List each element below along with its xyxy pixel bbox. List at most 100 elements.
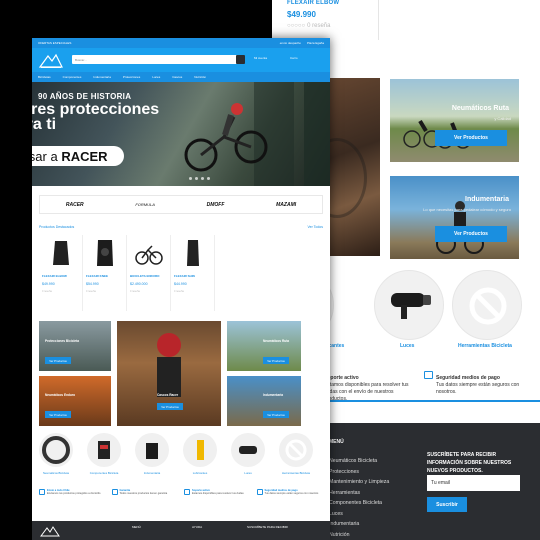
footer-heading: MENÚ — [132, 525, 141, 529]
category-tile-enduro-tires[interactable]: Neumáticos Enduro Ver Productos — [39, 376, 111, 426]
footer-heading: AYUDA — [192, 525, 203, 529]
view-products-button[interactable]: Ver Productos — [157, 403, 183, 410]
mountain-logo-icon[interactable] — [38, 50, 64, 70]
category-label[interactable]: Luces — [228, 471, 268, 475]
hero-banner[interactable]: 90 AÑOS DE HISTORIA ejores protecciones … — [32, 82, 330, 186]
category-circle-components[interactable] — [87, 433, 121, 467]
feature-text: Enviamos tus productos protegidos a domi… — [47, 492, 101, 496]
feature-payment: Seguridad medios de pago Tus datos siemp… — [436, 375, 524, 396]
view-products-button[interactable]: Ver Productos — [263, 411, 289, 418]
footer-menu-item[interactable]: Herramientas — [329, 488, 389, 499]
category-tile-road-tires[interactable]: Neumáticos Ruta y Calidad Ver Productos — [390, 79, 519, 162]
footer-menu-item[interactable]: Componentes Bicicleta — [329, 498, 389, 509]
footer-menu-item[interactable]: Neumáticos Bicicleta — [329, 456, 389, 467]
tile-subtitle: y Calidad — [494, 116, 511, 121]
category-tile-apparel[interactable]: Indumentaria Lo que necesitas para pedal… — [390, 176, 519, 259]
section-title: Productos Destacados — [39, 225, 75, 229]
view-products-button[interactable]: Ver Productos — [263, 357, 289, 364]
footer-menu-item[interactable]: Luces — [329, 509, 389, 520]
category-label[interactable]: Lubricantes — [180, 471, 220, 475]
category-label[interactable]: Neumáticos Bicicleta — [36, 471, 76, 475]
brand-logo[interactable]: FORMULA — [135, 202, 155, 207]
brand-logo[interactable]: DMOFF — [207, 202, 225, 208]
topbar-promo[interactable]: OFERTAS ESPECIALES — [38, 41, 71, 45]
product-name[interactable]: FLEXAIR SHIN — [174, 274, 214, 278]
product-card[interactable]: FLEXAIR ELBOW $49.990 0 reseña — [39, 235, 83, 311]
category-label[interactable]: Herramientas Bicicleta — [458, 343, 512, 349]
footer-menu-item[interactable]: Indumentaria — [329, 519, 389, 530]
category-circle-lights[interactable] — [231, 433, 265, 467]
bike-light-icon — [391, 293, 431, 319]
subscribe-button[interactable]: Suscribir — [427, 497, 467, 512]
view-products-button[interactable]: Ver Productos — [435, 226, 507, 242]
product-name[interactable]: FLEXAIR ELBOW — [42, 274, 82, 278]
category-label[interactable]: Herramientas Bicicleta — [276, 471, 316, 475]
footer-menu-item[interactable]: Protecciones — [329, 467, 389, 478]
tile-title: Cascos Racer — [157, 393, 179, 397]
brand-logo[interactable]: RACER — [66, 202, 84, 208]
view-products-button[interactable]: Ver Productos — [45, 411, 71, 418]
tile-title: Neumáticos Ruta — [451, 105, 509, 112]
product-rating: 0 reseña — [42, 290, 52, 293]
carousel-dots[interactable] — [189, 177, 210, 180]
lubricant-bottle-icon — [197, 440, 204, 460]
footer-menu-heading: MENÚ — [329, 439, 344, 445]
view-all-link[interactable]: Ver Todos — [307, 225, 323, 229]
product-name[interactable]: BICICLETA ENDURO — [130, 274, 170, 278]
account-link[interactable]: Mi cuenta — [254, 56, 267, 60]
star-icon: ○○○○○ — [287, 23, 306, 29]
category-circle-lights[interactable] — [374, 270, 444, 340]
feature-warranty: Garantía Todos nuestros productos tienen … — [111, 489, 179, 509]
product-row: FLEXAIR ELBOW $49.990 0 reseña FLEXAIR K… — [39, 235, 301, 311]
topbar-location[interactable]: Plaza Egaña — [307, 41, 324, 45]
cart-link[interactable]: Carro — [290, 56, 298, 60]
category-label[interactable]: Componentes Bicicleta — [84, 471, 124, 475]
footer-heading: SUSCRÍBETE PARA RECIBIR — [247, 525, 288, 529]
feature-text: Tus datos siempre están seguros con noso… — [436, 382, 520, 395]
search-icon[interactable] — [236, 55, 245, 64]
front-page: OFERTAS ESPECIALES envío despacho Plaza … — [32, 38, 330, 540]
category-label[interactable]: Indumentaria — [132, 471, 172, 475]
category-circle-tools[interactable] — [279, 433, 313, 467]
bicycle-image — [135, 245, 163, 265]
nav-item[interactable]: Bicicletas — [38, 75, 51, 79]
category-circle-apparel[interactable] — [135, 433, 169, 467]
category-label[interactable]: Luces — [400, 343, 414, 349]
nav-item[interactable]: Nutrición — [194, 75, 206, 79]
card-icon — [424, 371, 433, 379]
nav-item[interactable]: Cascos — [172, 75, 182, 79]
brand-logo[interactable]: MAZAMI — [276, 202, 296, 208]
view-products-button[interactable]: Ver Productos — [435, 130, 507, 146]
mountain-logo-icon[interactable] — [40, 524, 60, 538]
category-tile-helmets[interactable]: Cascos Racer Ver Productos — [117, 321, 221, 426]
topbar-shipping[interactable]: envío despacho — [280, 41, 301, 45]
email-field[interactable]: Tu email — [427, 475, 520, 491]
tile-title: Neumáticos Enduro — [45, 393, 76, 397]
category-tile-road-tires[interactable]: Neumáticos Ruta Ver Productos — [227, 321, 301, 371]
product-name[interactable]: FLEXAIR KNEE — [86, 274, 126, 278]
category-circle-tools[interactable] — [452, 270, 522, 340]
footer-menu: Neumáticos Bicicleta Protecciones Manten… — [329, 456, 389, 540]
category-circles: Neumáticos Bicicleta Componentes Bicicle… — [39, 433, 323, 478]
category-tile-apparel[interactable]: Indumentaria Ver Productos — [227, 376, 301, 426]
product-card[interactable]: FLEXAIR SHIN $44.990 0 reseña — [171, 235, 215, 311]
knee-pad-image — [97, 240, 113, 266]
product-card[interactable]: FLEXAIR KNEE $54.990 0 reseña — [83, 235, 127, 311]
nav-item[interactable]: Protecciones — [123, 75, 140, 79]
nav-item[interactable]: Componentes — [63, 75, 82, 79]
hero-cta-button[interactable]: gresar a RACER — [32, 146, 124, 166]
view-products-button[interactable]: Ver Productos — [45, 357, 71, 364]
category-tile-protections[interactable]: Protecciones Bicicleta Ver Productos — [39, 321, 111, 371]
nav-item[interactable]: Indumentaria — [93, 75, 111, 79]
footer-menu-item[interactable]: Mantenimiento y Limpieza — [329, 477, 389, 488]
category-circle-tires[interactable] — [39, 433, 73, 467]
product-rating: 0 reseña — [130, 290, 140, 293]
footer: MENÚ AYUDA SUSCRÍBETE PARA RECIBIR — [32, 521, 330, 540]
footer-menu-item[interactable]: Nutrición — [329, 530, 389, 540]
feature-title: Soporte activo — [324, 375, 359, 381]
category-circle-lubricants[interactable] — [183, 433, 217, 467]
product-name[interactable]: FLEXAIR ELBOW — [287, 0, 407, 6]
nav-item[interactable]: Luces — [152, 75, 160, 79]
search-input[interactable]: Buscar... — [72, 55, 244, 64]
product-card[interactable]: BICICLETA ENDURO $2.490.000 0 reseña — [127, 235, 171, 311]
